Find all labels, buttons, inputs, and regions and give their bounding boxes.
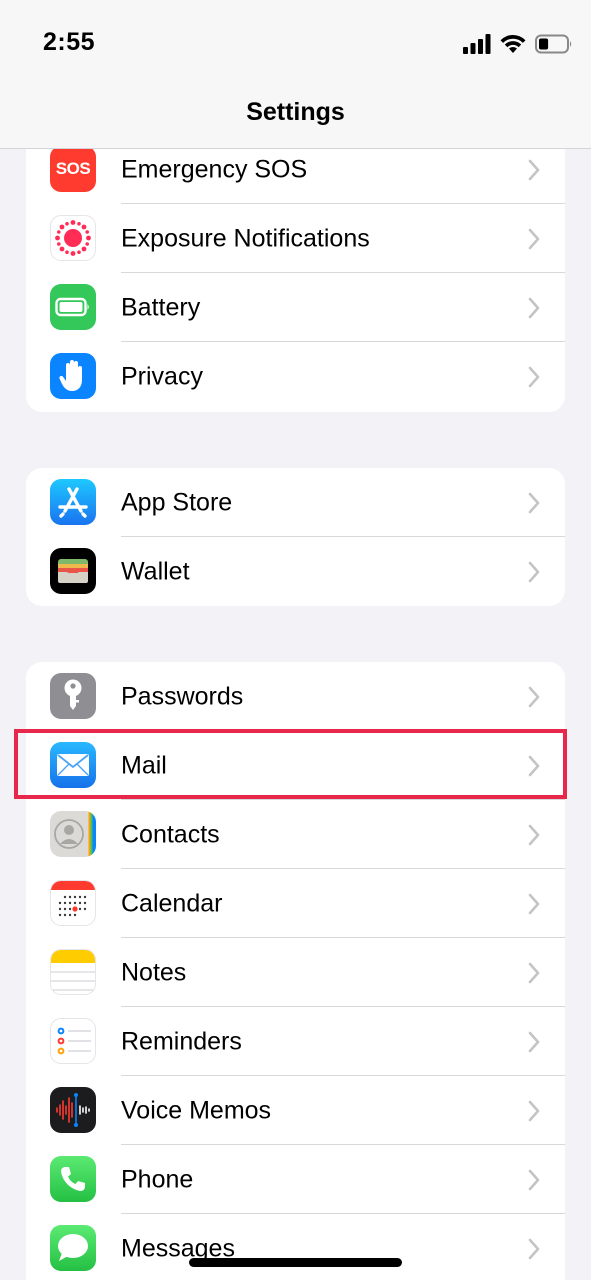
chevron-right-icon [528, 893, 540, 914]
voice-memos-icon [50, 1087, 96, 1133]
settings-row-label: Exposure Notifications [121, 224, 370, 252]
status-icons [463, 32, 573, 56]
chevron-right-icon [528, 824, 540, 845]
chevron-right-icon [528, 686, 540, 707]
status-bar: 2:55 [0, 0, 591, 90]
notes-icon [50, 949, 96, 995]
battery-icon [535, 34, 572, 54]
settings-row-app-store[interactable]: App Store [26, 468, 565, 537]
settings-row-emergency-sos[interactable]: SOS Emergency SOS [26, 149, 565, 204]
mail-envelope-icon [50, 742, 96, 788]
contacts-icon [50, 811, 96, 857]
settings-group-2: App Store Wallet [26, 468, 565, 606]
phone-icon [50, 1156, 96, 1202]
wallet-icon [50, 548, 96, 594]
privacy-hand-icon [50, 353, 96, 399]
sos-icon-text: SOS [55, 159, 91, 178]
settings-row-messages[interactable]: Messages [26, 1214, 565, 1280]
settings-row-label: Mail [121, 751, 167, 779]
cellular-signal-icon [463, 34, 491, 54]
reminders-icon [50, 1018, 96, 1064]
settings-row-privacy[interactable]: Privacy [26, 342, 565, 411]
settings-row-battery[interactable]: Battery [26, 273, 565, 342]
key-icon [50, 673, 96, 719]
settings-row-label: Calendar [121, 889, 223, 917]
settings-row-exposure-notifications[interactable]: Exposure Notifications [26, 204, 565, 273]
settings-row-passwords[interactable]: Passwords [26, 662, 565, 731]
settings-row-label: Contacts [121, 820, 220, 848]
settings-group-3: Passwords Mail Contacts Calendar Notes R… [26, 662, 565, 1280]
chevron-right-icon [528, 297, 540, 318]
chevron-right-icon [528, 492, 540, 513]
chevron-right-icon [528, 1169, 540, 1190]
app-store-icon [50, 479, 96, 525]
settings-row-reminders[interactable]: Reminders [26, 1007, 565, 1076]
settings-row-voice-memos[interactable]: Voice Memos [26, 1076, 565, 1145]
page-title: Settings [246, 98, 345, 126]
sos-icon: SOS [50, 149, 96, 192]
settings-row-notes[interactable]: Notes [26, 938, 565, 1007]
battery-settings-icon [50, 284, 96, 330]
chevron-right-icon [528, 366, 540, 387]
settings-row-mail[interactable]: Mail [26, 731, 565, 800]
settings-row-label: Phone [121, 1165, 194, 1193]
settings-row-label: Wallet [121, 557, 190, 585]
wifi-icon [500, 34, 526, 53]
chevron-right-icon [528, 1100, 540, 1121]
settings-row-label: Privacy [121, 362, 203, 390]
settings-row-phone[interactable]: Phone [26, 1145, 565, 1214]
settings-row-wallet[interactable]: Wallet [26, 537, 565, 606]
settings-row-contacts[interactable]: Contacts [26, 800, 565, 869]
settings-group-1: SOS Emergency SOS Exposure Notifications… [26, 149, 565, 412]
chevron-right-icon [528, 159, 540, 180]
settings-row-label: Emergency SOS [121, 155, 308, 183]
home-indicator[interactable] [189, 1258, 402, 1267]
settings-row-label: Passwords [121, 682, 244, 710]
chevron-right-icon [528, 561, 540, 582]
chevron-right-icon [528, 755, 540, 776]
status-time: 2:55 [43, 28, 96, 56]
exposure-notifications-icon [50, 215, 96, 261]
calendar-icon [50, 880, 96, 926]
settings-row-label: Notes [121, 958, 187, 986]
settings-row-label: Reminders [121, 1027, 242, 1055]
chevron-right-icon [528, 962, 540, 983]
settings-list[interactable]: SOS Emergency SOS Exposure Notifications… [0, 149, 591, 1280]
messages-icon [50, 1225, 96, 1271]
settings-row-calendar[interactable]: Calendar [26, 869, 565, 938]
settings-row-label: App Store [121, 488, 233, 516]
nav-header: Settings [0, 90, 591, 149]
chevron-right-icon [528, 228, 540, 249]
settings-row-label: Voice Memos [121, 1096, 272, 1124]
chevron-right-icon [528, 1238, 540, 1259]
settings-row-label: Battery [121, 293, 201, 321]
chevron-right-icon [528, 1031, 540, 1052]
